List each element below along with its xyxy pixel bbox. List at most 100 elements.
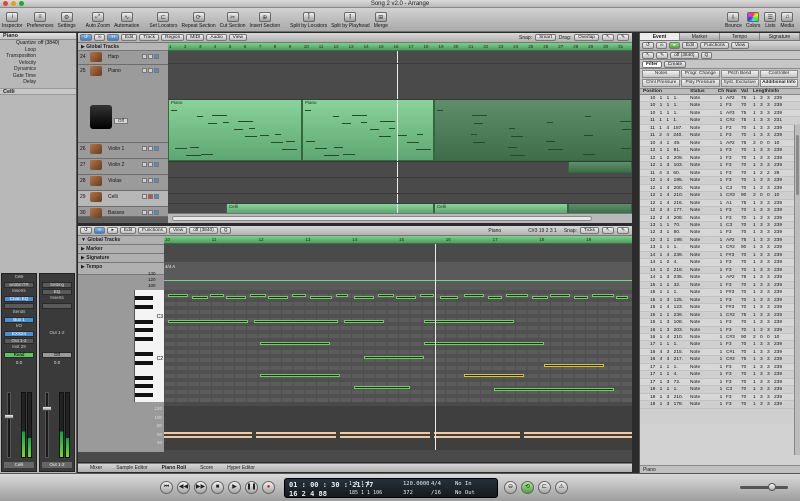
event-position[interactable]: 17 1 1 1. (640, 341, 690, 347)
midi-note[interactable] (488, 296, 502, 299)
left-locator[interactable]: 1 1 1 1 (349, 481, 370, 487)
event-position[interactable]: 10 1 1 1. (640, 110, 690, 116)
global-track-signature[interactable]: ▶ Signature (78, 254, 164, 263)
event-length[interactable]: 1 3 3 239 (753, 312, 800, 318)
settings-button[interactable]: ⚙ Settings (58, 12, 76, 29)
midi-note[interactable] (254, 320, 338, 323)
strip-name[interactable]: Celli (4, 462, 34, 468)
black-key[interactable] (135, 384, 153, 388)
event-val[interactable]: 75 (741, 312, 753, 318)
event-channel[interactable]: 1 (716, 394, 726, 400)
event-position[interactable]: 14 1 2 218. (640, 267, 690, 273)
event-num[interactable]: A1 (726, 200, 741, 206)
track-name[interactable]: Violas (108, 178, 122, 184)
event-row[interactable]: 15 1 4 123. Note 1 F#3 70 1 3 3 239 (640, 304, 800, 312)
menu-region[interactable]: Region (161, 34, 185, 41)
event-length[interactable]: 1 3 3 239 (753, 267, 800, 273)
event-position[interactable]: 16 4 3 215. (640, 349, 690, 355)
mode-icon[interactable]: H (107, 34, 119, 41)
event-channel[interactable]: 1 (716, 155, 726, 161)
note-grid[interactable] (164, 290, 632, 402)
event-channel[interactable]: 1 (716, 349, 726, 355)
event-length[interactable]: 1 3 3 239 (753, 110, 800, 116)
tab-piano-roll[interactable]: Piano Roll (162, 464, 186, 472)
arrange-ruler[interactable]: 1 2 3 4 5 6 7 8 9 10 11 12 13 14 15 16 17 18 19 20 21 22 23 24 2… (168, 43, 632, 51)
event-num[interactable]: F3 (726, 327, 741, 333)
event-channel[interactable]: 1 (716, 177, 726, 183)
track-header-violin-1[interactable]: 26 Violin 1 (78, 143, 168, 159)
event-row[interactable]: 17 1 1 4. Note 1 F3 70 1 3 3 239 (640, 371, 800, 379)
midi-note[interactable] (310, 296, 332, 299)
global-tracks-toggle[interactable]: ▼ Global Tracks (78, 236, 164, 245)
event-val[interactable]: 70 (741, 259, 753, 265)
black-key[interactable] (135, 393, 153, 397)
event-num[interactable]: A#2 (726, 95, 741, 101)
event-num[interactable]: F3 (726, 319, 741, 325)
set-locators-button[interactable]: ⊏ Set Locators (149, 12, 177, 29)
event-channel[interactable]: 1 (716, 200, 726, 206)
event-channel[interactable]: 1 (716, 341, 726, 347)
track-header-piano[interactable]: 25 Piano Off (78, 65, 168, 143)
event-channel[interactable]: 1 (716, 274, 726, 280)
menu-view[interactable]: View (228, 34, 247, 41)
event-num[interactable]: C3 (726, 386, 741, 392)
black-key[interactable] (135, 337, 153, 341)
event-num[interactable]: C3 (726, 185, 741, 191)
event-position[interactable]: 12 1 2 209. (640, 155, 690, 161)
type-notes[interactable]: Notes (642, 70, 681, 78)
scrollbar-thumb[interactable] (172, 216, 592, 221)
division-display[interactable]: /16 (431, 490, 441, 496)
event-val[interactable]: 70 (741, 401, 753, 407)
event-row[interactable]: 16 4 3 215. Note 1 C#1 70 1 3 3 239 (640, 348, 800, 357)
event-length[interactable]: 1 3 3 239 (753, 102, 800, 108)
col-val[interactable]: Val (741, 89, 753, 94)
bar-position[interactable]: 16 2 4 88 (289, 490, 327, 498)
solo-button[interactable] (154, 178, 159, 183)
event-num[interactable]: F3 (726, 364, 741, 370)
solo-button[interactable] (154, 54, 159, 59)
black-key[interactable] (135, 352, 153, 356)
event-num[interactable]: C#1 (726, 349, 741, 355)
event-row[interactable]: 18 1 3 178. Note 1 F3 70 1 3 3 239 (640, 401, 800, 409)
event-position[interactable]: 12 2 4 208. (640, 215, 690, 221)
type-additional-info[interactable]: Additional Info (759, 79, 798, 87)
velocity-bar[interactable] (524, 436, 632, 438)
event-num[interactable]: F3 (726, 297, 741, 303)
event-num[interactable]: F#3 (726, 289, 741, 295)
velocity-lane[interactable] (164, 406, 632, 450)
event-row[interactable]: 15 1 1 32. Note 1 F3 70 1 3 3 239 (640, 282, 800, 290)
type-chnl-pressure[interactable]: Chnl Pressure (642, 79, 681, 87)
event-num[interactable]: F3 (726, 259, 741, 265)
event-position[interactable]: 17 1 1 1. (640, 364, 690, 370)
event-num[interactable]: A#2 (726, 237, 741, 243)
track-header-violin-2[interactable]: 27 Violin 2 (78, 159, 168, 175)
col-channel[interactable]: Ch (716, 89, 726, 94)
event-num[interactable]: F3 (726, 215, 741, 221)
midi-note[interactable] (260, 342, 330, 345)
event-val[interactable]: 70 (741, 125, 753, 131)
link-icon[interactable]: ∞ (656, 42, 668, 49)
midi-note[interactable] (336, 294, 348, 297)
event-row[interactable]: 12 1 4 216. Note 1 A1 75 1 3 3 239 (640, 199, 800, 208)
track-name[interactable]: Violin 1 (108, 146, 124, 152)
black-key[interactable] (135, 296, 153, 300)
event-num[interactable]: C#3 (726, 334, 741, 340)
event-row[interactable]: 12 1 3 103. Note 1 F3 70 1 3 3 239 (640, 162, 800, 170)
event-position[interactable]: 16 1 3 108. (640, 319, 690, 325)
type-controller[interactable]: Controller (759, 70, 798, 78)
event-position[interactable]: 12 3 1 199. (640, 237, 690, 243)
event-row[interactable]: 16 1 3 108. Note 1 F3 70 1 3 3 239 (640, 319, 800, 327)
event-num[interactable]: F3 (726, 102, 741, 108)
velocity-bar[interactable] (340, 436, 430, 438)
event-num[interactable]: C3 (726, 222, 741, 228)
menu-track[interactable]: Track (139, 34, 160, 41)
cycle-icon[interactable]: ⟲ (521, 481, 534, 494)
event-length[interactable]: 1 3 3 239 (753, 229, 800, 235)
event-channel[interactable]: 1 (716, 117, 726, 123)
event-val[interactable]: 70 (741, 282, 753, 288)
event-num[interactable]: F3 (726, 132, 741, 138)
event-channel[interactable]: 1 (716, 379, 726, 385)
region-piano-1[interactable]: Piano (168, 99, 302, 161)
event-length[interactable]: 1 3 3 239 (753, 304, 800, 310)
track-lanes[interactable]: Piano Piano Celli Celli (168, 51, 632, 214)
